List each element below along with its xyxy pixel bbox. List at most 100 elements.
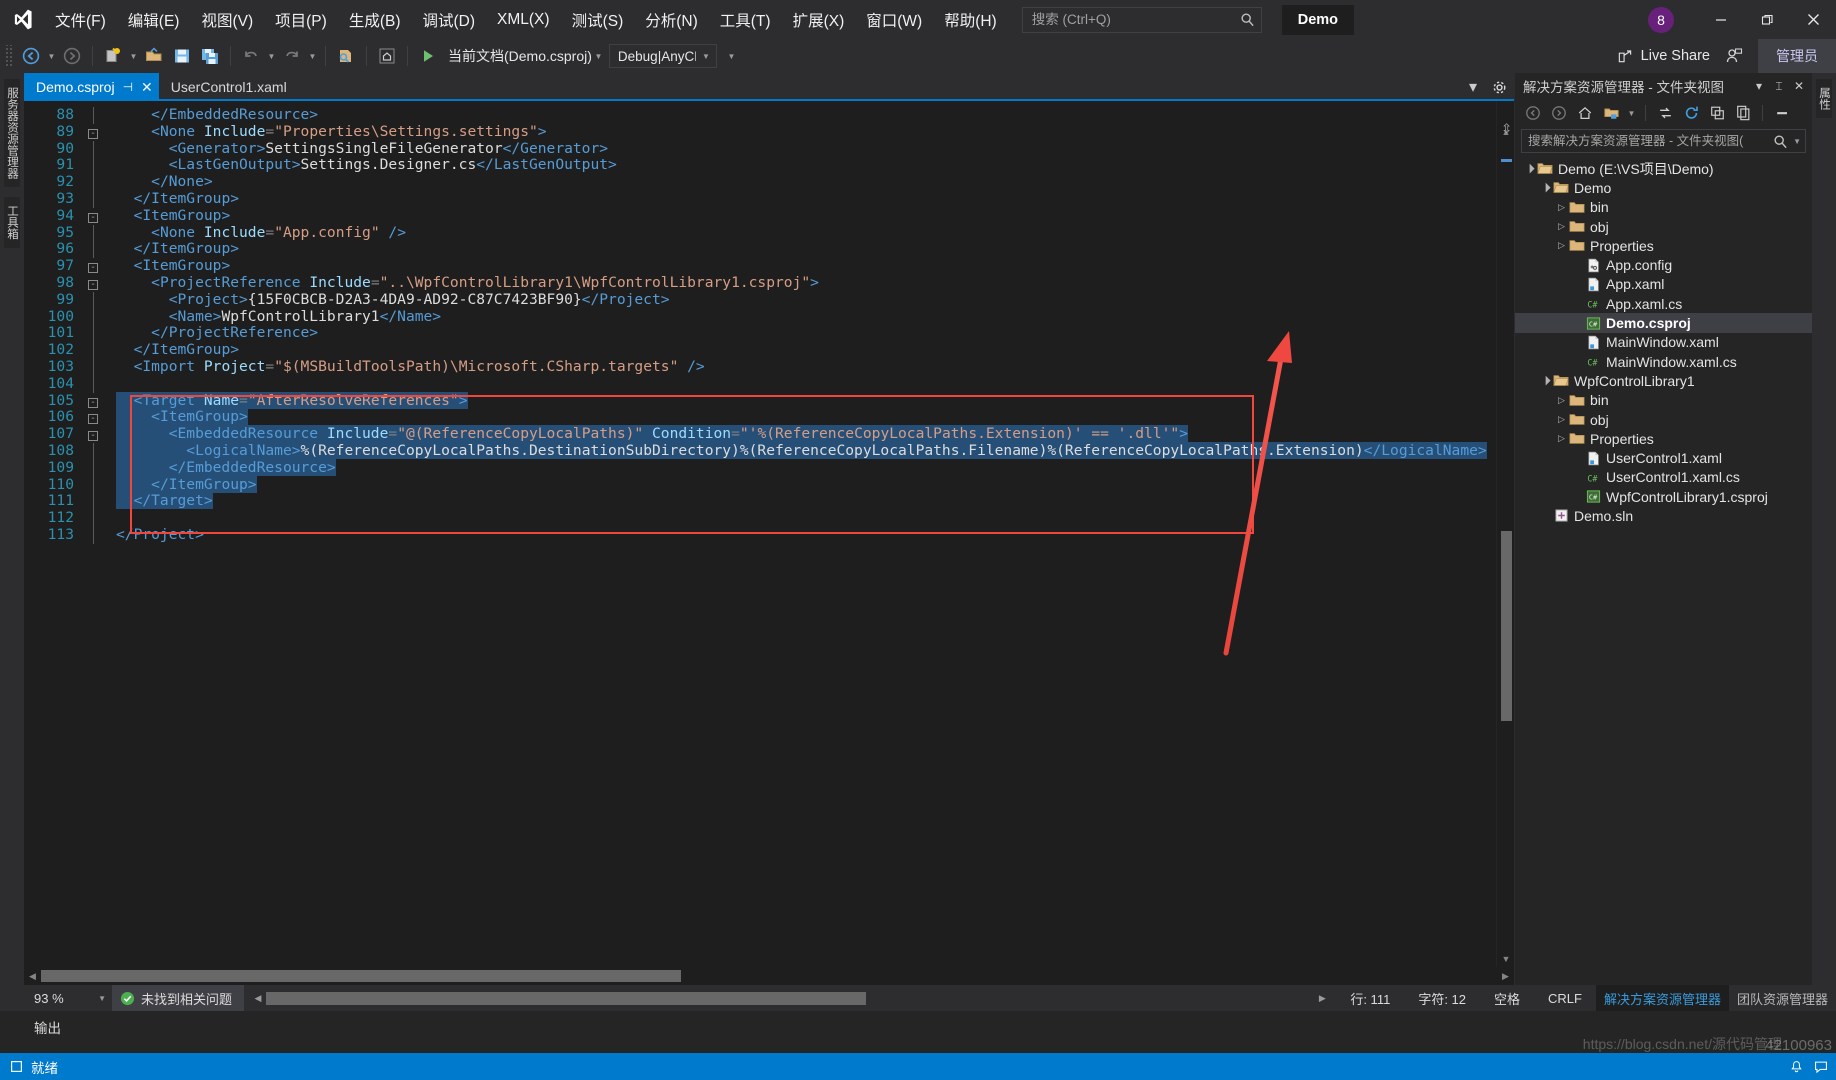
tree-item[interactable]: ▷ obj [1515,410,1812,429]
tree-item[interactable]: MainWindow.xaml [1515,333,1812,352]
menu-item-window[interactable]: 窗口(W) [855,0,933,39]
start-debug-icon[interactable] [414,42,442,70]
menu-item-debug[interactable]: 调试(D) [411,0,486,39]
menu-item-extensions[interactable]: 扩展(X) [782,0,856,39]
code-line[interactable]: 113 </Project> [24,526,1496,544]
tree-item[interactable]: App.config [1515,255,1812,274]
outline-glyph[interactable]: - [86,426,100,443]
tree-item[interactable]: ▷ bin [1515,198,1812,217]
hscroll-track[interactable] [41,969,1497,983]
menu-item-build[interactable]: 生成(B) [338,0,412,39]
code-line[interactable]: 89- <None Include="Properties\Settings.s… [24,123,1496,141]
code-line[interactable]: 91 <LastGenOutput>Settings.Designer.cs</… [24,156,1496,175]
search-options-dropdown-icon[interactable]: ▼ [1793,137,1801,146]
code-line[interactable]: 107- <EmbeddedResource Include="@(Refere… [24,425,1496,443]
properties-tab[interactable]: 属性 [1815,79,1833,118]
notifications-bell-icon[interactable] [1789,1060,1804,1074]
tree-item[interactable]: C# UserControl1.xaml.cs [1515,468,1812,487]
editor-vertical-scrollbar[interactable]: ▲ ▼ ⇳ [1496,101,1514,967]
notification-badge[interactable]: 8 [1648,6,1674,33]
doc-scroll-left-icon[interactable]: ◀ [250,993,266,1004]
sync-with-active-document-icon[interactable] [1653,102,1677,124]
save-icon[interactable] [168,42,196,70]
close-icon[interactable]: ✕ [1790,76,1808,96]
scroll-thumb[interactable] [1501,531,1512,721]
tree-item[interactable]: ◢ Demo [1515,178,1812,197]
solution-explorer-search[interactable]: ▼ [1521,129,1806,153]
editor-horizontal-scrollbar[interactable]: ◀ ▶ [24,967,1514,985]
pin-icon[interactable]: ⌶ [1770,76,1788,96]
code-line[interactable]: 96 </ItemGroup> [24,240,1496,259]
menu-item-project[interactable]: 项目(P) [264,0,338,39]
code-line[interactable]: 103 <Import Project="$(MSBuildToolsPath)… [24,358,1496,376]
outline-glyph[interactable]: - [86,124,100,141]
toolbar-overflow-icon[interactable]: ▼ [725,42,738,70]
editor-split-handle[interactable]: ⇳ [1501,121,1512,137]
quick-launch-search[interactable] [1021,6,1262,33]
navigate-forward-icon[interactable] [58,42,86,70]
tree-item[interactable]: C# Demo.csproj [1515,313,1812,333]
outline-glyph[interactable]: - [86,393,100,410]
tab-list-dropdown-icon[interactable]: ▾ [1462,74,1484,100]
menu-item-file[interactable]: 文件(F) [44,0,117,39]
tree-item[interactable]: ▷ obj [1515,217,1812,236]
menu-item-xml[interactable]: XML(X) [486,0,561,39]
editor-tab-demo-csproj[interactable]: Demo.csproj ⊣ ✕ [24,73,159,101]
code-line[interactable]: 95 <None Include="App.config" /> [24,224,1496,242]
forward-icon[interactable] [1547,102,1571,124]
menu-item-tools[interactable]: 工具(T) [709,0,782,39]
outline-glyph[interactable]: - [86,275,100,292]
code-line[interactable]: 102 </ItemGroup> [24,341,1496,360]
startup-project-dropdown-icon[interactable]: ▼ [592,42,605,70]
zoom-level-combo[interactable]: 93 % ▼ [24,985,112,1011]
code-line[interactable]: 100 <Name>WpfControlLibrary1</Name> [24,308,1496,326]
save-all-icon[interactable] [196,42,224,70]
code-line[interactable]: 110 </ItemGroup> [24,475,1496,494]
panel-menu-icon[interactable]: ▾ [1750,76,1768,96]
close-button[interactable] [1790,0,1836,39]
code-line[interactable]: 112 [24,509,1496,528]
minimize-button[interactable] [1698,0,1744,39]
expander-icon[interactable]: ▷ [1555,202,1568,213]
doc-scroll-track[interactable] [266,991,1314,1005]
outline-glyph[interactable]: - [86,409,100,426]
navigate-backward-dropdown-icon[interactable]: ▼ [45,42,58,70]
hscroll-right-icon[interactable]: ▶ [1497,971,1514,982]
navigate-backward-icon[interactable] [17,42,45,70]
code-line[interactable]: 92 </None> [24,173,1496,192]
tree-item[interactable]: ◢ Demo (E:\VS项目\Demo) [1515,159,1812,178]
tab-solution-explorer[interactable]: 解决方案资源管理器 [1595,985,1729,1011]
hscroll-thumb[interactable] [41,970,681,982]
solution-configuration-combo[interactable]: Debug|AnyCPU ▼ [608,44,717,68]
redo-dropdown-icon[interactable]: ▼ [306,42,319,70]
scroll-down-icon[interactable]: ▼ [1497,950,1514,967]
solution-search-input[interactable] [1528,134,1774,148]
redo-icon[interactable] [278,42,306,70]
code-line[interactable]: 98- <ProjectReference Include="..\WpfCon… [24,274,1496,292]
code-content[interactable]: 88 </EmbeddedResource> 89- <None Include=… [24,101,1496,544]
code-line[interactable]: 97- <ItemGroup> [24,257,1496,275]
switch-views-icon[interactable] [1599,102,1623,124]
document-horizontal-scroll[interactable]: ◀ ▶ [244,991,1336,1005]
tree-item[interactable]: ◢ WpfControlLibrary1 [1515,371,1812,390]
menu-item-view[interactable]: 视图(V) [190,0,264,39]
find-in-files-icon[interactable] [332,42,360,70]
menu-item-analyze[interactable]: 分析(N) [634,0,709,39]
code-line[interactable]: 105- <Target Name="AfterResolveReference… [24,391,1496,410]
server-explorer-tab[interactable]: 服务器资源管理器 [3,79,21,187]
outline-glyph[interactable] [86,526,100,549]
expander-icon[interactable]: ▷ [1555,240,1568,251]
send-feedback-icon[interactable] [1720,42,1748,70]
hscroll-left-icon[interactable]: ◀ [24,971,41,982]
home-icon[interactable] [1573,102,1597,124]
search-input[interactable] [1031,12,1240,27]
new-project-dropdown-icon[interactable]: ▼ [127,42,140,70]
code-line[interactable]: 109 </EmbeddedResource> [24,458,1496,477]
code-text-area[interactable]: 88 </EmbeddedResource> 89- <None Include=… [24,101,1496,967]
live-share-button[interactable]: Live Share [1607,39,1720,73]
feedback-icon[interactable] [1814,1060,1828,1074]
editor-tab-usercontrol1-xaml[interactable]: UserControl1.xaml [159,73,293,101]
expander-icon[interactable]: ▷ [1555,433,1568,444]
doc-scroll-thumb[interactable] [266,991,867,1005]
home-window-icon[interactable] [373,42,401,70]
